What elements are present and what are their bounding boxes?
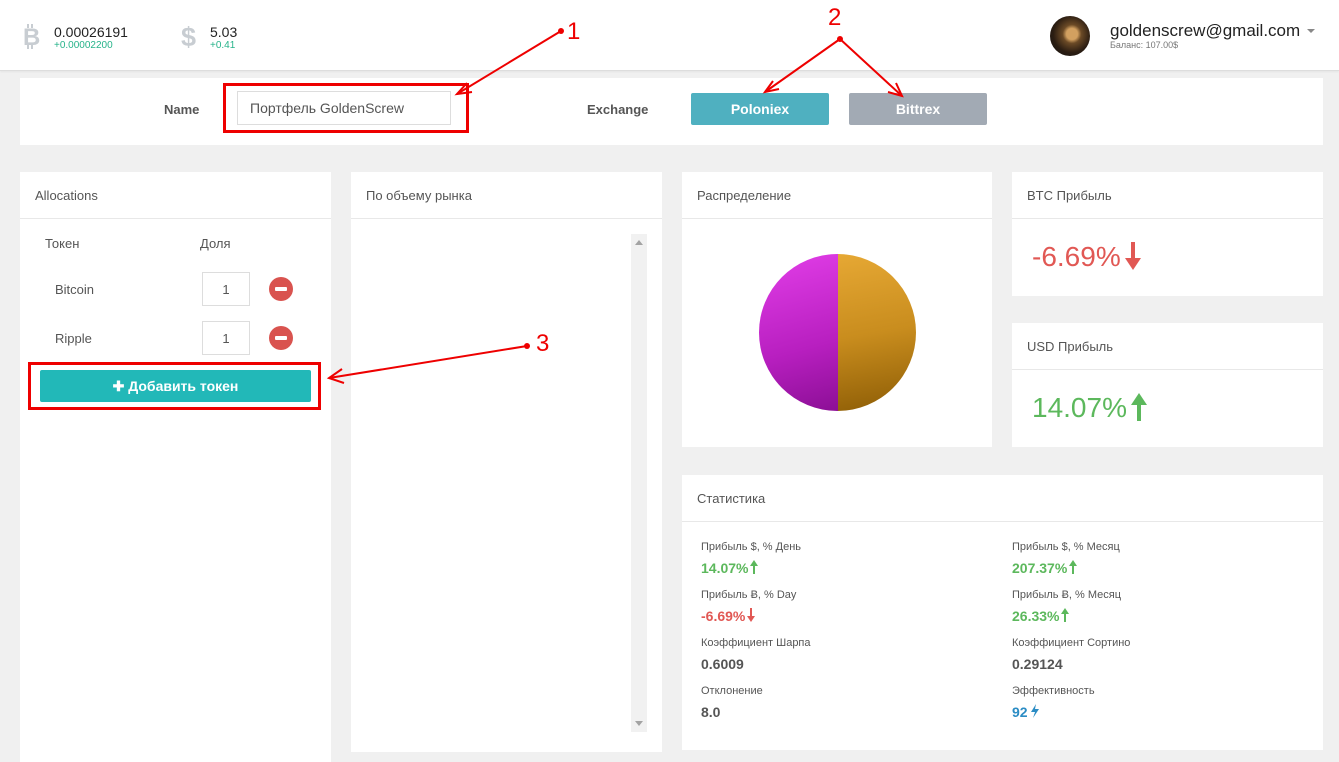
stat-number: 14.07% — [701, 560, 749, 576]
distribution-pie-chart[interactable] — [759, 254, 916, 411]
annotation-box-1 — [223, 83, 469, 133]
avatar[interactable] — [1050, 16, 1090, 56]
pie-slice-bitcoin[interactable] — [837, 254, 916, 411]
stat-label: Прибыль $, % День — [701, 541, 802, 553]
allocations-title: Allocations — [35, 188, 98, 203]
stat-label: Эффективность — [1012, 685, 1095, 697]
distribution-header: Распределение — [682, 172, 992, 219]
stat-value: 14.07% — [701, 560, 759, 576]
stat-value: 0.29124 — [1012, 656, 1063, 672]
statistics-panel: Статистика — [682, 475, 1323, 750]
annotation-number-3: 3 — [536, 330, 550, 357]
remove-token-ripple-icon[interactable] — [269, 326, 293, 350]
token-name-bitcoin: Bitcoin — [55, 282, 95, 297]
usd-profit-title: USD Прибыль — [1027, 339, 1114, 354]
svg-text:$: $ — [181, 22, 196, 50]
remove-token-bitcoin-icon[interactable] — [269, 277, 293, 301]
btc-profit-header: BTC Прибыль — [1012, 172, 1323, 219]
btc-profit-title: BTC Прибыль — [1027, 188, 1112, 203]
scroll-up-icon[interactable] — [635, 240, 643, 245]
usd-profit-panel: USD Прибыль — [1012, 323, 1323, 447]
market-cap-title: По объему рынка — [366, 188, 472, 203]
market-cap-panel: По объему рынка — [351, 172, 662, 752]
arrow-up-icon — [1069, 560, 1078, 574]
stat-label: Прибыль Ƀ, % Day — [701, 589, 797, 601]
stat-label: Отклонение — [701, 685, 763, 697]
stat-label: Прибыль $, % Месяц — [1012, 541, 1120, 553]
name-label: Name — [164, 102, 200, 117]
chevron-down-icon[interactable] — [1307, 29, 1315, 33]
btc-profit-panel: BTC Прибыль — [1012, 172, 1323, 296]
stat-number: 207.37% — [1012, 560, 1068, 576]
usd-change: +0.41 — [210, 40, 236, 51]
stat-label: Коэффициент Сортино — [1012, 637, 1131, 649]
allocations-panel: Allocations — [20, 172, 331, 762]
stat-value: 207.37% — [1012, 560, 1078, 576]
exchange-label: Exchange — [587, 102, 649, 117]
usd-profit-number: 14.07% — [1032, 392, 1127, 423]
arrow-up-icon — [750, 560, 759, 574]
stat-value: 8.0 — [701, 704, 721, 720]
stat-number: 92 — [1012, 704, 1028, 720]
token-name-ripple: Ripple — [55, 331, 92, 346]
btc-balance: 0.00026191 — [54, 24, 128, 40]
portfolio-settings-panel — [20, 78, 1323, 145]
column-token-header: Токен — [45, 236, 80, 251]
allocations-header: Allocations — [20, 172, 331, 219]
lightning-icon — [1030, 704, 1039, 718]
exchange-poloniex-button[interactable]: Poloniex — [691, 93, 829, 125]
arrow-down-icon — [1124, 242, 1141, 270]
stat-label: Коэффициент Шарпа — [701, 637, 811, 649]
statistics-header: Статистика — [682, 475, 1323, 522]
user-menu[interactable]: goldenscrew@gmail.com Баланс: 107.00$ — [1039, 0, 1339, 70]
user-balance: Баланс: 107.00$ — [1110, 40, 1179, 50]
statistics-title: Статистика — [697, 491, 766, 506]
annotation-number-2: 2 — [828, 4, 842, 31]
usd-profit-value: 14.07% — [1032, 392, 1147, 424]
exchange-bittrex-button[interactable]: Bittrex — [849, 93, 987, 125]
btc-profit-value: -6.69% — [1032, 241, 1141, 273]
stat-number: 26.33% — [1012, 608, 1060, 624]
share-input-ripple[interactable] — [202, 321, 250, 355]
annotation-number-1: 1 — [567, 18, 581, 45]
user-email[interactable]: goldenscrew@gmail.com — [1110, 21, 1300, 41]
btc-change: +0.00002200 — [54, 40, 113, 51]
arrow-up-icon — [1061, 608, 1070, 622]
scroll-down-icon[interactable] — [635, 721, 643, 726]
column-share-header: Доля — [200, 236, 231, 251]
stat-value: -6.69% — [701, 608, 756, 624]
stat-label: Прибыль Ƀ, % Месяц — [1012, 589, 1122, 601]
annotation-box-3 — [28, 362, 321, 410]
top-bar: B 0.00026191 +0.00002200 $ 5.03 +0.41 go… — [0, 0, 1339, 71]
dollar-icon: $ — [181, 22, 196, 50]
stat-value: 0.6009 — [701, 656, 744, 672]
pie-slice-ripple[interactable] — [759, 254, 838, 411]
usd-balance: 5.03 — [210, 24, 238, 40]
bitcoin-icon: B — [23, 24, 40, 50]
market-cap-header: По объему рынка — [351, 172, 662, 219]
usd-profit-header: USD Прибыль — [1012, 323, 1323, 370]
arrow-up-icon — [1130, 393, 1147, 421]
arrow-down-icon — [747, 608, 756, 622]
share-input-bitcoin[interactable] — [202, 272, 250, 306]
distribution-title: Распределение — [697, 188, 792, 203]
market-scrollbar[interactable] — [631, 234, 647, 732]
stat-value: 92 — [1012, 704, 1040, 720]
stat-number: -6.69% — [701, 608, 746, 624]
stat-value: 26.33% — [1012, 608, 1070, 624]
btc-profit-number: -6.69% — [1032, 241, 1121, 272]
